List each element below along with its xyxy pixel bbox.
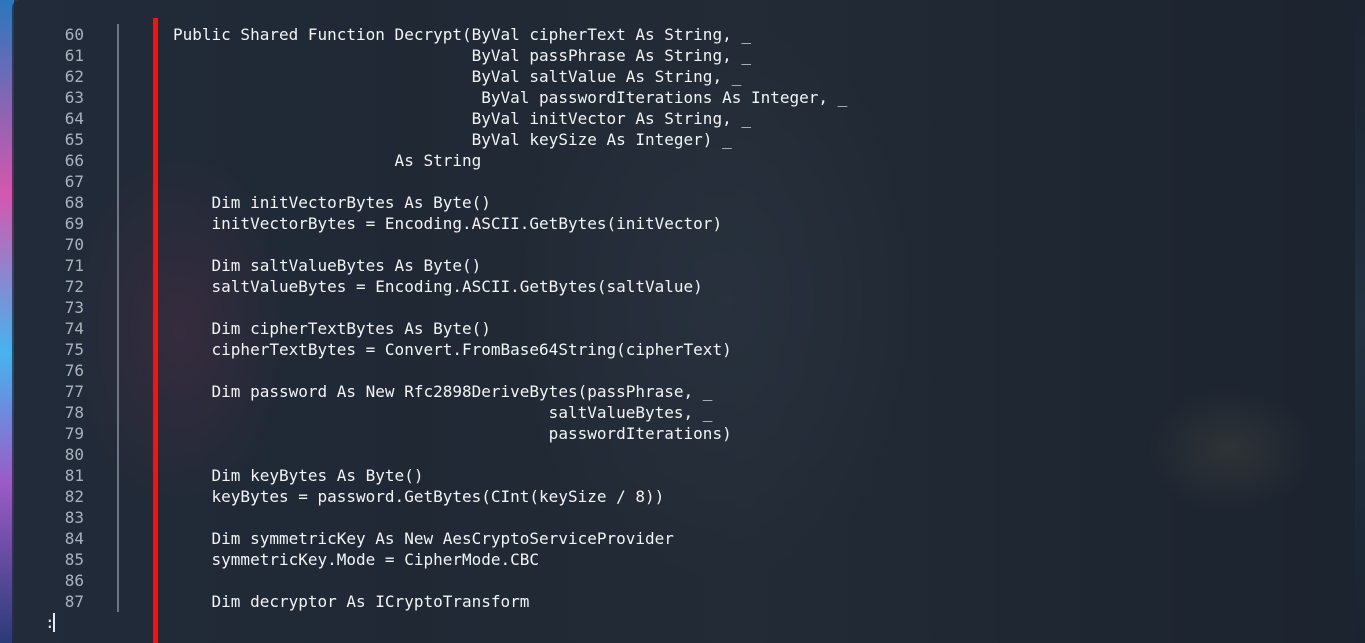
code-line: Dim saltValueBytes As Byte() bbox=[173, 256, 482, 275]
code-line: Dim keyBytes As Byte() bbox=[173, 466, 424, 485]
line-number: 84 bbox=[64, 529, 84, 548]
line-number: 72 bbox=[64, 277, 84, 296]
text-cursor bbox=[53, 613, 55, 632]
code-line: symmetricKey.Mode = CipherMode.CBC bbox=[173, 550, 540, 569]
line-number: 76 bbox=[64, 361, 84, 380]
code-line: Dim cipherTextBytes As Byte() bbox=[173, 319, 491, 338]
line-number: 65 bbox=[64, 130, 84, 149]
code-line: Dim initVectorBytes As Byte() bbox=[173, 193, 491, 212]
code-line: Public Shared Function Decrypt(ByVal cip… bbox=[173, 25, 751, 44]
code-line: Dim symmetricKey As New AesCryptoService… bbox=[173, 529, 674, 548]
line-number: 64 bbox=[64, 109, 84, 128]
code-line: saltValueBytes = Encoding.ASCII.GetBytes… bbox=[173, 277, 703, 296]
line-number: 73 bbox=[64, 298, 84, 317]
line-number: 67 bbox=[64, 172, 84, 191]
code-line: As String bbox=[173, 151, 482, 170]
line-number: 62 bbox=[64, 67, 84, 86]
code-line: ByVal saltValue As String, _ bbox=[173, 67, 742, 86]
code-line: ByVal passwordIterations As Integer, _ bbox=[173, 88, 848, 107]
line-number: 68 bbox=[64, 193, 84, 212]
line-number: 70 bbox=[64, 235, 84, 254]
code-line: keyBytes = password.GetBytes(CInt(keySiz… bbox=[173, 487, 665, 506]
line-number: 78 bbox=[64, 403, 84, 422]
line-number: 66 bbox=[64, 151, 84, 170]
terminal-window[interactable]: 60 61 62 63 64 65 66 67 68 69 70 71 72 73 74 75 76 77 78 79… bbox=[12, 0, 1355, 643]
line-number: 61 bbox=[64, 46, 84, 65]
line-number: 74 bbox=[64, 319, 84, 338]
diff-marker-bar bbox=[153, 18, 158, 643]
line-number: 63 bbox=[64, 88, 84, 107]
code-line: saltValueBytes, _ bbox=[173, 403, 713, 422]
line-number: 79 bbox=[64, 424, 84, 443]
code-line: ByVal keySize As Integer) _ bbox=[173, 130, 732, 149]
line-number: 87 bbox=[64, 592, 84, 611]
code-line: Dim password As New Rfc2898DeriveBytes(p… bbox=[173, 382, 713, 401]
code-line: Dim decryptor As ICryptoTransform bbox=[173, 592, 530, 611]
line-number: 77 bbox=[64, 382, 84, 401]
line-number: 75 bbox=[64, 340, 84, 359]
line-number: 69 bbox=[64, 214, 84, 233]
code-line: ByVal passPhrase As String, _ bbox=[173, 46, 751, 65]
line-number: 83 bbox=[64, 508, 84, 527]
line-number: 71 bbox=[64, 256, 84, 275]
code-line: passwordIterations) bbox=[173, 424, 732, 443]
code-line: initVectorBytes = Encoding.ASCII.GetByte… bbox=[173, 214, 723, 233]
code-line: cipherTextBytes = Convert.FromBase64Stri… bbox=[173, 340, 732, 359]
line-number: 60 bbox=[64, 25, 84, 44]
line-number: 81 bbox=[64, 466, 84, 485]
line-number-gutter: 60 61 62 63 64 65 66 67 68 69 70 71 72 73 74 75 76 77 78 79… bbox=[12, 0, 130, 643]
line-number: 82 bbox=[64, 487, 84, 506]
wallpaper-right-edge bbox=[1355, 0, 1365, 643]
gutter-separator bbox=[117, 24, 119, 612]
code-line: ByVal initVector As String, _ bbox=[173, 109, 751, 128]
line-number: 85 bbox=[64, 550, 84, 569]
line-number: 86 bbox=[64, 571, 84, 590]
line-number: 80 bbox=[64, 445, 84, 464]
